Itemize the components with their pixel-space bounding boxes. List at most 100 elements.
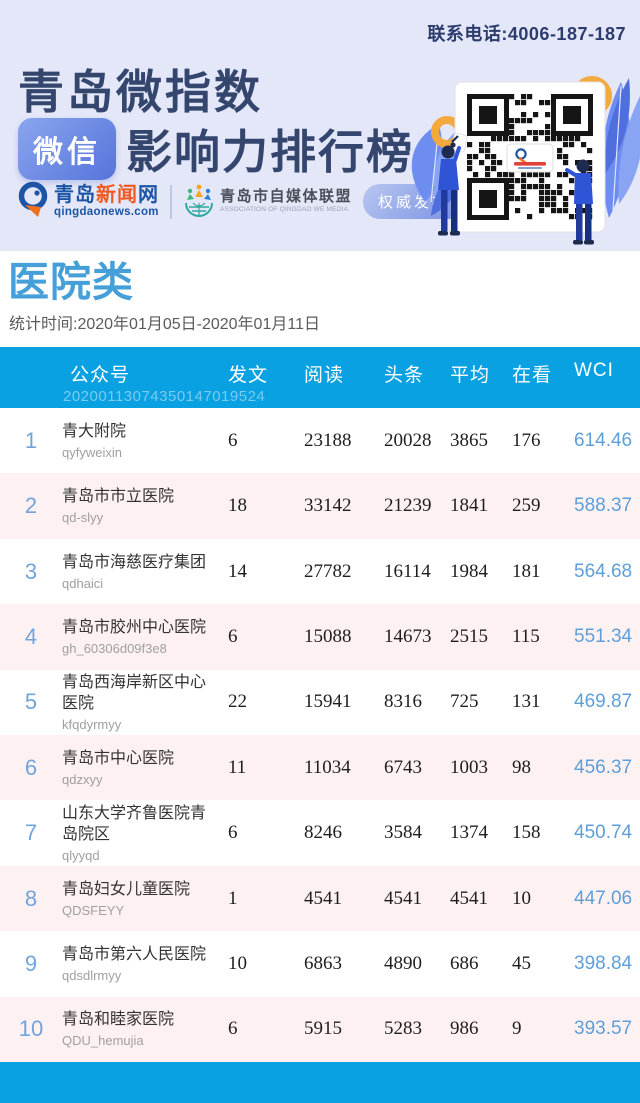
- average-value: 2515: [442, 626, 504, 648]
- reads-value: 15941: [296, 691, 376, 713]
- account-name: 青岛和睦家医院: [62, 1009, 216, 1030]
- qr-code: [467, 94, 592, 219]
- headline-value: 3584: [376, 822, 442, 844]
- reads-value: 33142: [296, 495, 376, 517]
- table-row: 4 青岛市胶州中心医院 gh_60306d09f3e8 6 15088 1467…: [0, 604, 640, 669]
- looks-value: 158: [504, 822, 566, 844]
- table-row: 1 青大附院 qyfyweixin 6 23188 20028 3865 176…: [0, 408, 640, 473]
- column-header-average: 平均: [442, 360, 504, 387]
- account-name: 青岛市胶州中心医院: [62, 617, 216, 638]
- watermark-id: 20200113074350147019524: [63, 388, 265, 405]
- account-name: 青岛市第六人民医院: [62, 944, 216, 965]
- account-cell: 青岛市中心医院 qdzxyy: [62, 748, 220, 788]
- account-cell: 青岛市胶州中心医院 gh_60306d09f3e8: [62, 617, 220, 657]
- posts-value: 6: [220, 626, 296, 648]
- headline-value: 4890: [376, 953, 442, 975]
- account-name: 山东大学齐鲁医院青岛院区: [62, 803, 216, 845]
- qingdaonews-q-icon: [16, 180, 50, 223]
- rank-number: 9: [0, 951, 62, 977]
- looks-value: 176: [504, 430, 566, 452]
- reads-value: 11034: [296, 757, 376, 779]
- leaves-right-decoration: [602, 78, 640, 218]
- wci-value: 614.46: [566, 430, 640, 452]
- table-row: 9 青岛市第六人民医院 qdsdlrmyy 10 6863 4890 686 4…: [0, 931, 640, 996]
- looks-value: 131: [504, 691, 566, 713]
- category-title: 医院类: [8, 257, 640, 307]
- association-logo-text: 青岛市自媒体联盟 ASSOCIATION OF QINGDAO WE MEDIA: [220, 189, 352, 214]
- reads-value: 8246: [296, 822, 376, 844]
- person-right: [567, 160, 594, 245]
- average-value: 1841: [442, 495, 504, 517]
- footer-bar: [0, 1062, 640, 1103]
- account-id: qyfyweixin: [62, 444, 216, 461]
- wci-value: 564.68: [566, 561, 640, 583]
- main-title-line1: 青岛微指数: [18, 56, 263, 122]
- looks-value: 259: [504, 495, 566, 517]
- reads-value: 4541: [296, 888, 376, 910]
- association-subtitle: ASSOCIATION OF QINGDAO WE MEDIA: [220, 207, 352, 214]
- rank-number: 2: [0, 493, 62, 519]
- wci-value: 398.84: [566, 953, 640, 975]
- posts-value: 6: [220, 822, 296, 844]
- main-title-line2: 影响力排行榜: [126, 116, 414, 182]
- wci-value: 456.37: [566, 757, 640, 779]
- column-header-account: 公众号: [62, 360, 220, 387]
- table-body: 1 青大附院 qyfyweixin 6 23188 20028 3865 176…: [0, 408, 640, 1062]
- association-name: 青岛市自媒体联盟: [220, 189, 352, 204]
- wci-value: 469.87: [566, 691, 640, 713]
- main-title-line2-row: 微信 影响力排行榜: [18, 116, 414, 182]
- table-row: 8 青岛妇女儿童医院 QDSFEYY 1 4541 4541 4541 10 4…: [0, 866, 640, 931]
- reads-value: 27782: [296, 561, 376, 583]
- account-name: 青岛市海慈医疗集团: [62, 552, 216, 573]
- chart-card: [567, 128, 594, 162]
- looks-value: 115: [504, 626, 566, 648]
- table-row: 7 山东大学齐鲁医院青岛院区 qlyyqd 6 8246 3584 1374 1…: [0, 800, 640, 865]
- headline-value: 16114: [376, 561, 442, 583]
- account-name: 青大附院: [62, 421, 216, 442]
- posts-value: 1: [220, 888, 296, 910]
- wci-value: 450.74: [566, 822, 640, 844]
- rank-number: 6: [0, 755, 62, 781]
- column-header-reads: 阅读: [296, 360, 376, 387]
- posts-value: 14: [220, 561, 296, 583]
- account-cell: 青岛妇女儿童医院 QDSFEYY: [62, 879, 220, 919]
- qingdaonews-domain: qingdaonews.com: [54, 207, 159, 219]
- logo-divider: [170, 185, 172, 219]
- account-id: qdzxyy: [62, 771, 216, 788]
- category-section: 医院类 统计时间:2020年01月05日-2020年01月11日: [0, 251, 640, 347]
- reads-value: 6863: [296, 953, 376, 975]
- account-id: qd-slyy: [62, 509, 216, 526]
- table-row: 10 青岛和睦家医院 QDU_hemujia 6 5915 5283 986 9…: [0, 997, 640, 1062]
- wci-value: 588.37: [566, 495, 640, 517]
- wci-value: 447.06: [566, 888, 640, 910]
- account-id: QDSFEYY: [62, 902, 216, 919]
- headline-value: 8316: [376, 691, 442, 713]
- posts-value: 18: [220, 495, 296, 517]
- reads-value: 15088: [296, 626, 376, 648]
- rank-number: 8: [0, 886, 62, 912]
- qingdaonews-logo: 青岛新闻网 qingdaonews.com: [16, 180, 159, 223]
- qr-code-card: [455, 82, 605, 232]
- account-name: 青岛妇女儿童医院: [62, 879, 216, 900]
- association-logo: 青岛市自媒体联盟 ASSOCIATION OF QINGDAO WE MEDIA: [183, 181, 352, 222]
- wci-value: 393.57: [566, 1018, 640, 1040]
- column-header-headline: 头条: [376, 360, 442, 387]
- looks-value: 9: [504, 1018, 566, 1040]
- reads-value: 23188: [296, 430, 376, 452]
- hero-header: 联系电话:4006-187-187 青岛微指数 微信 影响力排行榜 青岛新闻网 …: [0, 0, 640, 251]
- rank-number: 3: [0, 559, 62, 585]
- wechat-badge: 微信: [18, 118, 116, 180]
- account-id: gh_60306d09f3e8: [62, 640, 216, 657]
- account-id: qdhaici: [62, 575, 216, 592]
- account-cell: 青岛市海慈医疗集团 qdhaici: [62, 552, 220, 592]
- authority-badge: 权威发布: [363, 184, 465, 219]
- account-cell: 青岛和睦家医院 QDU_hemujia: [62, 1009, 220, 1049]
- posts-value: 6: [220, 430, 296, 452]
- account-id: qdsdlrmyy: [62, 967, 216, 984]
- rank-number: 4: [0, 624, 62, 650]
- table-header: 公众号 发文 阅读 头条 平均 在看 WCI 20200113074350147…: [0, 347, 640, 408]
- qingdaonews-logo-text: 青岛新闻网 qingdaonews.com: [54, 185, 159, 219]
- table-row: 2 青岛市市立医院 qd-slyy 18 33142 21239 1841 25…: [0, 473, 640, 538]
- posts-value: 11: [220, 757, 296, 779]
- average-value: 4541: [442, 888, 504, 910]
